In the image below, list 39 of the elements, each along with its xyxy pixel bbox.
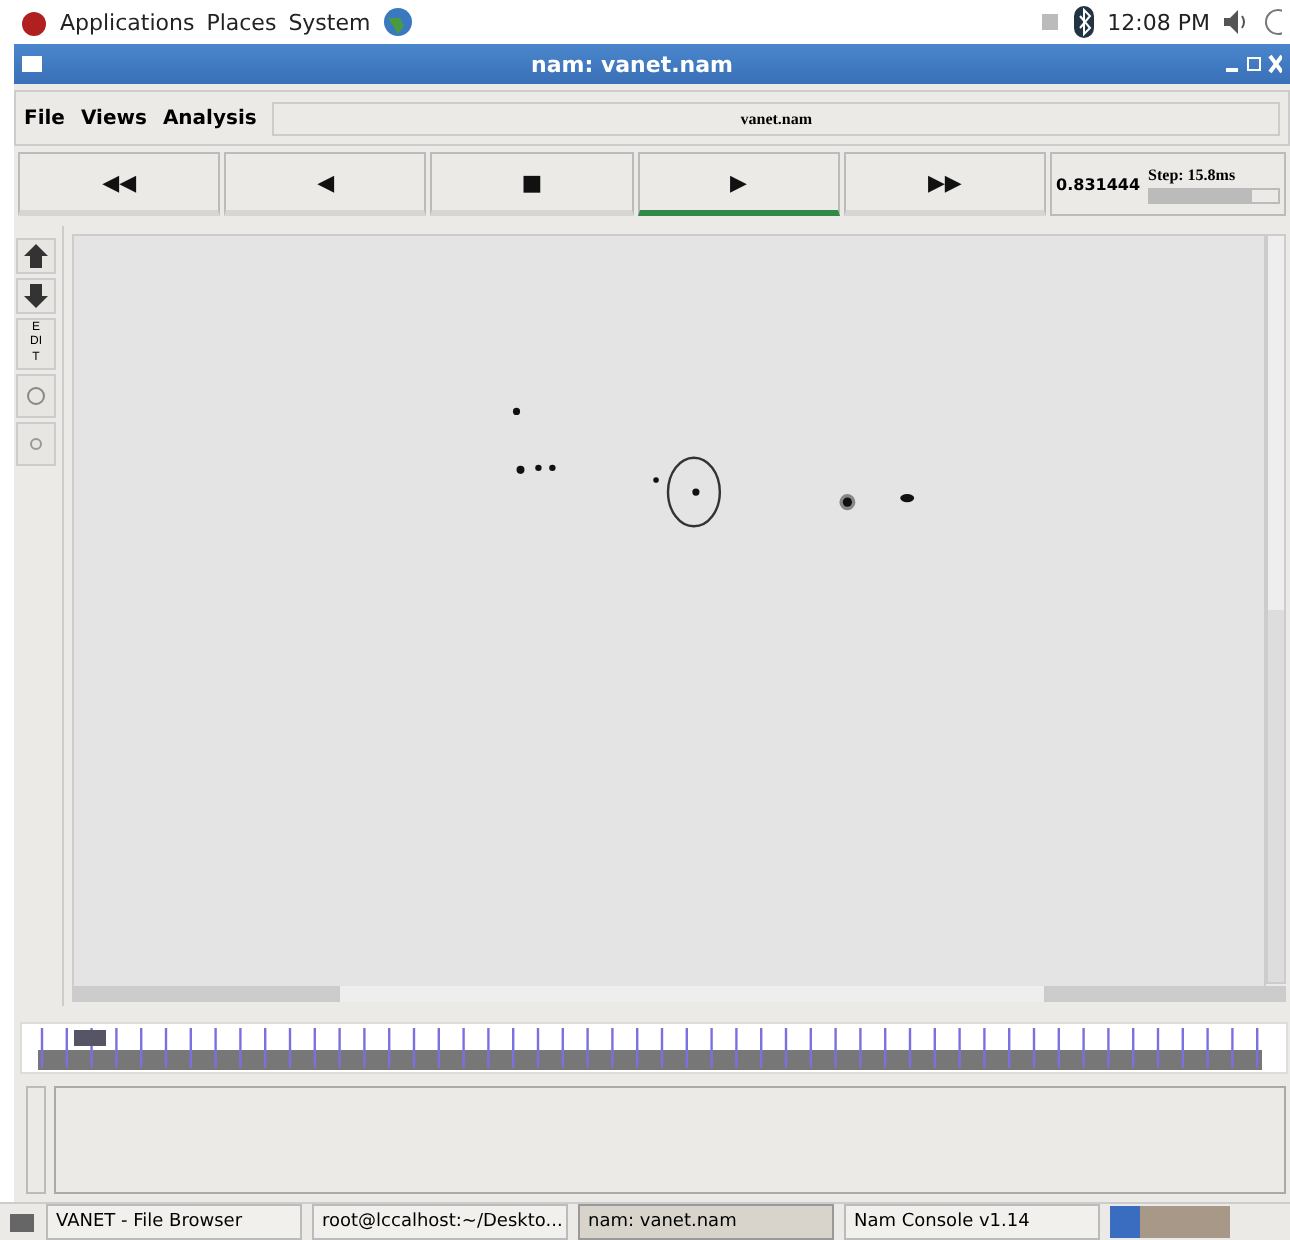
menu-item[interactable]: Views: [80, 107, 147, 129]
panel-menu[interactable]: Applications: [60, 9, 195, 35]
taskbar-button[interactable]: root@lccalhost:~/Deskto...: [312, 1204, 568, 1240]
timeline[interactable]: [20, 1022, 1288, 1074]
small-circle-icon: [28, 436, 44, 452]
up-arrow-icon: [22, 242, 50, 270]
playback-button[interactable]: ◀◀: [18, 152, 221, 216]
step-slider[interactable]: [1148, 187, 1281, 203]
panel-menu[interactable]: Places: [206, 9, 277, 35]
workspace-switcher-icon[interactable]: [1110, 1206, 1230, 1238]
playback-button[interactable]: ▶▶: [843, 152, 1047, 216]
horizontal-scrollbar[interactable]: [72, 986, 1286, 1002]
menu-item[interactable]: Analysis: [162, 107, 257, 129]
taskbar-button[interactable]: Nam Console v1.14: [844, 1204, 1100, 1240]
vertical-scrollbar[interactable]: [26, 1086, 46, 1194]
playback-button[interactable]: ◀: [224, 152, 427, 216]
speaker-icon[interactable]: [1222, 8, 1250, 36]
node-tool-button[interactable]: [16, 422, 56, 466]
desktop-icon[interactable]: [8, 1208, 36, 1236]
menu-item[interactable]: File: [24, 107, 65, 129]
clock[interactable]: 12:08 PM: [1107, 9, 1210, 35]
playback-button[interactable]: ▶: [637, 152, 840, 216]
window-controls-icon[interactable]: [1222, 54, 1282, 74]
playback-button[interactable]: ■: [430, 152, 634, 216]
window-title: nam: vanet.nam: [529, 51, 735, 77]
globe-icon[interactable]: [382, 6, 415, 38]
time-readout: 0.831444: [1056, 175, 1141, 193]
down-arrow-icon: [22, 282, 50, 310]
zoom-out-button[interactable]: [16, 278, 56, 314]
file-name-field: vanet.nam: [272, 101, 1280, 135]
zoom-in-button[interactable]: [16, 238, 56, 274]
taskbar-button[interactable]: nam: vanet.nam: [578, 1204, 834, 1240]
circle-icon: [26, 386, 46, 406]
circle-tool-button[interactable]: [16, 374, 56, 418]
step-label: Step: 15.8ms: [1148, 165, 1238, 183]
bluetooth-icon[interactable]: [1071, 4, 1096, 40]
panel-menu[interactable]: System: [288, 9, 371, 35]
vertical-scrollbar[interactable]: [1266, 234, 1286, 984]
taskbar-button[interactable]: VANET - File Browser: [46, 1204, 302, 1240]
